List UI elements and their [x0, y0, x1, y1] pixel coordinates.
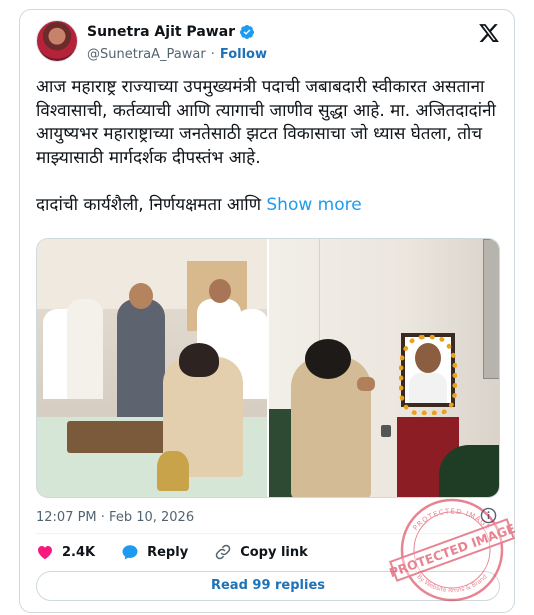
divider: [36, 533, 500, 534]
separator-dot: ·: [210, 47, 215, 62]
follow-button[interactable]: Follow: [220, 47, 267, 62]
author-handle[interactable]: @SunetraA_Pawar: [87, 47, 206, 62]
media-grid: [36, 238, 500, 498]
photo-oath-signing[interactable]: [37, 239, 267, 497]
reply-button[interactable]: Reply: [121, 543, 188, 561]
link-icon: [215, 544, 231, 560]
tweet-timestamp[interactable]: 12:07 PM · Feb 10, 2026: [36, 510, 194, 525]
author-name[interactable]: Sunetra Ajit Pawar: [87, 24, 235, 40]
like-button[interactable]: 2.4K: [36, 543, 95, 561]
author-avatar[interactable]: [36, 20, 78, 62]
copy-link-label: Copy link: [240, 544, 308, 560]
actions-bar: 2.4K Reply Copy link: [36, 543, 334, 561]
author-handle-row: @SunetraA_Pawar · Follow: [87, 47, 267, 62]
verified-badge-icon: [240, 25, 255, 39]
show-more-link[interactable]: Show more: [266, 195, 361, 215]
read-replies-button[interactable]: Read 99 replies: [36, 571, 500, 601]
speech-bubble-icon: [122, 545, 138, 560]
reply-label: Reply: [147, 544, 189, 560]
photo-tribute-portrait[interactable]: [269, 239, 499, 497]
heart-icon: [38, 546, 52, 560]
author-name-row: Sunetra Ajit Pawar: [87, 24, 255, 40]
copy-link-button[interactable]: Copy link: [214, 543, 308, 561]
info-icon[interactable]: [480, 507, 497, 524]
tweet-embed-card: Sunetra Ajit Pawar @SunetraA_Pawar · Fol…: [19, 9, 515, 613]
x-logo-icon[interactable]: [478, 22, 500, 44]
tweet-text: आज महाराष्ट्र राज्याच्या उपमुख्यमंत्री प…: [36, 76, 506, 217]
like-count: 2.4K: [62, 544, 96, 560]
